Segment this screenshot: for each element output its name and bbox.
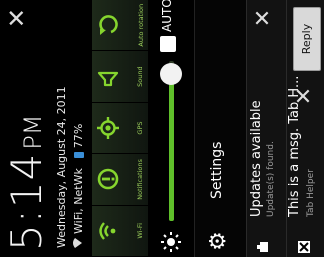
date-label: Wednesday, August 24, 2011 bbox=[55, 86, 68, 248]
toggle-notifications[interactable]: Notifications bbox=[92, 154, 148, 206]
clear-all-icon[interactable]: ✕ bbox=[3, 5, 31, 31]
toggle-gps-label: GPS bbox=[136, 121, 144, 135]
notification-title: Updates available bbox=[249, 100, 264, 217]
dismiss-notification-icon[interactable]: ✕ bbox=[251, 5, 277, 31]
clock: 5:14PM bbox=[2, 41, 54, 251]
toggle-sound[interactable]: Sound bbox=[92, 51, 148, 103]
wifi-icon bbox=[96, 206, 123, 256]
rotation-icon bbox=[96, 0, 125, 50]
toggle-wifi-label: Wi-Fi bbox=[136, 223, 144, 239]
notification-subtitle: Update(s) found. bbox=[266, 141, 276, 217]
toggle-auto-rotation-label: Auto rotation bbox=[137, 3, 145, 47]
settings-row[interactable]: ⚙ Settings bbox=[194, 0, 247, 257]
wifi-small-icon bbox=[72, 238, 85, 248]
clock-time: 5:14 bbox=[2, 152, 51, 251]
brightness-slider-handle[interactable] bbox=[160, 63, 182, 85]
sound-icon bbox=[96, 51, 125, 101]
auto-brightness-checkbox[interactable] bbox=[160, 36, 176, 52]
notification-panel-frame: 5:14PM ✕ Wednesday, August 24, 2011 WiFi… bbox=[0, 0, 324, 257]
gps-icon bbox=[96, 103, 125, 153]
notification-updates[interactable]: Updates available Update(s) found. ✕ bbox=[246, 0, 287, 257]
toggle-sound-label: Sound bbox=[136, 66, 144, 87]
notification-tab-helper[interactable]: This is a msg. Tab H... Tab Helper ✕ Rep… bbox=[286, 0, 324, 257]
brightness-sun-icon bbox=[160, 231, 182, 253]
settings-gear-icon: ⚙ bbox=[206, 231, 231, 251]
toggle-wifi[interactable]: Wi-Fi bbox=[92, 205, 148, 257]
notification-panel: 5:14PM ✕ Wednesday, August 24, 2011 WiFi… bbox=[0, 0, 324, 257]
notifications-icon bbox=[96, 154, 125, 204]
battery-icon bbox=[73, 152, 84, 159]
toggle-gps[interactable]: GPS bbox=[92, 102, 148, 155]
battery-label: 77% bbox=[72, 123, 85, 149]
toggle-notifications-label: Notifications bbox=[136, 159, 144, 200]
dismiss-notification-icon[interactable]: ✕ bbox=[292, 83, 318, 109]
connection-line: WiFi, NetWk 77% bbox=[72, 28, 85, 248]
brightness-control: AUTO bbox=[148, 0, 194, 257]
brightness-slider-fill bbox=[169, 74, 174, 221]
quick-toggles: Wi-Fi Notifications GPS Sound Auto rotat… bbox=[92, 0, 148, 257]
clock-ampm: PM bbox=[19, 114, 47, 150]
toggle-auto-rotation[interactable]: Auto rotation bbox=[92, 0, 148, 52]
update-icon bbox=[257, 240, 271, 254]
status-header: 5:14PM ✕ Wednesday, August 24, 2011 WiFi… bbox=[0, 0, 92, 257]
settings-label: Settings bbox=[209, 141, 225, 199]
notification-subtitle: Tab Helper bbox=[306, 169, 316, 217]
auto-brightness-label: AUTO bbox=[160, 0, 174, 32]
reply-button[interactable]: Reply bbox=[293, 7, 321, 71]
tab-helper-icon bbox=[297, 240, 311, 254]
network-label: WiFi, NetWk bbox=[72, 168, 85, 234]
